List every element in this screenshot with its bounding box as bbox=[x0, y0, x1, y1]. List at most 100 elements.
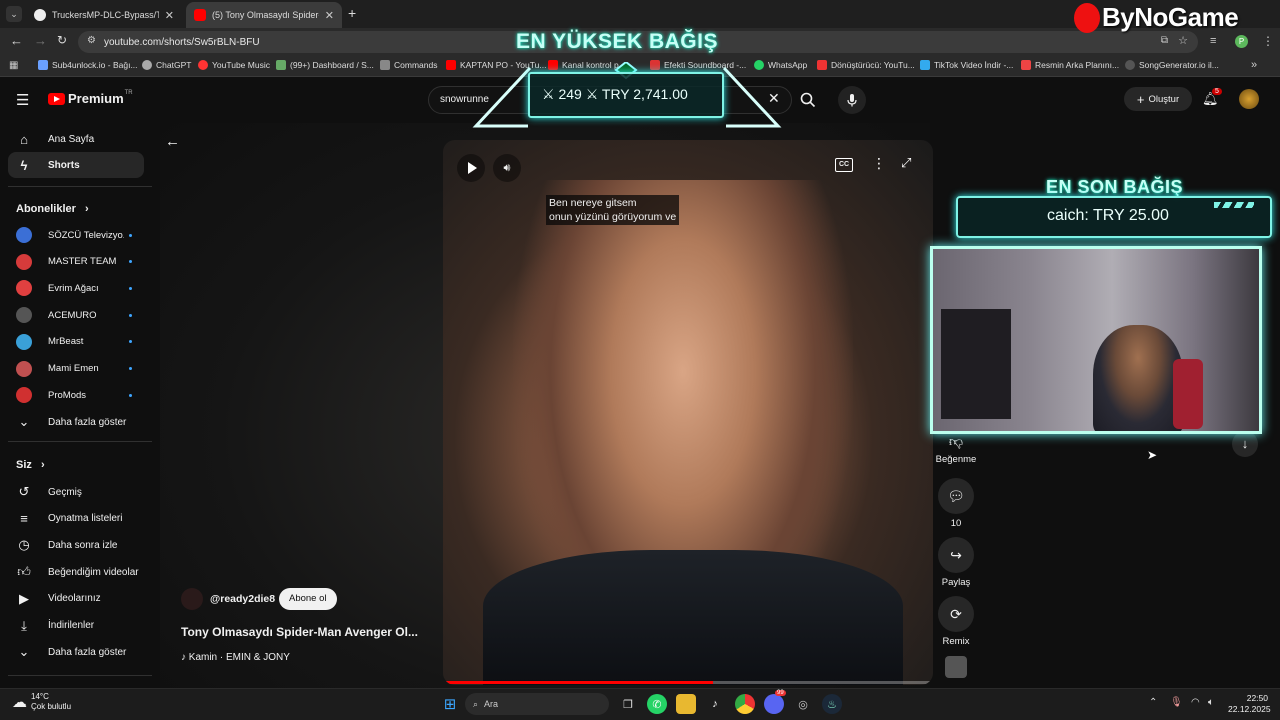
sidebar-item-you[interactable]: ⌄ Daha fazla göster bbox=[8, 639, 144, 665]
subscription-item[interactable]: ProMods bbox=[8, 382, 144, 408]
clock[interactable]: 22:50 22.12.2025 bbox=[1228, 693, 1271, 715]
browser-tab-youtube[interactable]: (5) Tony Olmasaydı Spider-M ✕ bbox=[186, 2, 342, 28]
discord-icon[interactable]: 99 bbox=[764, 690, 786, 714]
tiktok-icon[interactable]: ♪ bbox=[705, 694, 725, 714]
chrome-icon[interactable] bbox=[735, 694, 755, 714]
subscribe-button[interactable]: Abone ol bbox=[279, 588, 337, 610]
account-avatar[interactable] bbox=[1239, 89, 1259, 109]
hamburger-menu-icon[interactable]: ☰ bbox=[16, 91, 29, 109]
channel-name[interactable]: @ready2die8 bbox=[210, 593, 275, 605]
show-more-subscriptions[interactable]: ⌄ Daha fazla göster bbox=[8, 409, 144, 435]
task-view-icon[interactable]: ❐ bbox=[618, 694, 638, 714]
close-tab-icon[interactable]: ✕ bbox=[325, 9, 334, 22]
sidebar-item-you[interactable]: ▶ Videolarınız bbox=[8, 586, 144, 612]
sidebar: ⌂ Ana Sayfa ϟ Shorts Abonelikler › SÖZCÜ… bbox=[0, 123, 160, 688]
channel-avatar bbox=[16, 227, 32, 243]
bookmark-star-icon[interactable]: ☆ bbox=[1178, 34, 1188, 47]
subscription-item[interactable]: Evrim Ağacı bbox=[8, 275, 144, 301]
more-options-icon[interactable]: ⋮ bbox=[872, 155, 886, 172]
bookmark-item[interactable]: (99+) Dashboard / S... bbox=[276, 60, 374, 70]
captions-button[interactable]: CC bbox=[835, 158, 853, 172]
install-icon[interactable]: ⧉ bbox=[1161, 35, 1168, 46]
voice-search-button[interactable] bbox=[838, 86, 866, 114]
app-icon[interactable]: ◎ bbox=[793, 694, 813, 714]
site-info-icon[interactable]: ⚙ bbox=[87, 35, 96, 46]
wifi-icon[interactable]: ◠ bbox=[1191, 697, 1200, 708]
sound-thumbnail[interactable] bbox=[945, 656, 967, 678]
download-icon: ⤓ bbox=[21, 617, 27, 633]
back-arrow-icon[interactable]: ← bbox=[165, 133, 180, 150]
sidebar-item-you[interactable]: 👍︎ Beğendiğim videolar bbox=[8, 559, 144, 585]
close-tab-icon[interactable]: ✕ bbox=[165, 9, 174, 22]
next-short-button[interactable]: ↓ bbox=[1232, 431, 1258, 457]
bookmark-item[interactable]: YouTube Music bbox=[198, 60, 270, 70]
reload-icon[interactable]: ↻ bbox=[57, 33, 67, 47]
webcam-feed bbox=[930, 246, 1262, 434]
short-music[interactable]: ♪ Kamin · EMIN & JONY bbox=[181, 652, 290, 663]
bynogame-logo: ByNoGame bbox=[1074, 2, 1239, 33]
shorts-video-player[interactable]: 🔊︎ CC ⋮ ⤢ Ben nereye gitsem onun yüzünü … bbox=[443, 140, 933, 685]
sidebar-item-shorts[interactable]: ϟ Shorts bbox=[8, 152, 144, 178]
play-button[interactable] bbox=[457, 154, 485, 182]
create-button[interactable]: + Oluştur bbox=[1124, 87, 1192, 111]
comments-button[interactable]: 💬︎ 10 bbox=[936, 478, 976, 529]
share-button[interactable]: ↪ Paylaş bbox=[936, 537, 976, 588]
search-button[interactable] bbox=[792, 86, 824, 114]
sidebar-item-home[interactable]: ⌂ Ana Sayfa bbox=[8, 126, 144, 152]
bookmark-favicon bbox=[276, 60, 286, 70]
you-heading[interactable]: Siz › bbox=[16, 459, 45, 471]
channel-avatar[interactable] bbox=[181, 588, 203, 610]
sidebar-item-you[interactable]: ↺ Geçmiş bbox=[8, 479, 144, 505]
subscription-item[interactable]: MASTER TEAM bbox=[8, 249, 144, 275]
profile-avatar[interactable]: P bbox=[1235, 35, 1248, 48]
apps-grid-icon[interactable]: ▦ bbox=[9, 60, 18, 71]
subscription-item[interactable]: Mami Emen bbox=[8, 356, 144, 382]
sidebar-item-you[interactable]: ⤓ İndirilenler bbox=[8, 613, 144, 639]
video-progress-bar[interactable] bbox=[443, 681, 933, 684]
bookmark-item[interactable]: TikTok Video İndir -... bbox=[920, 60, 1013, 70]
bynogame-emblem-icon bbox=[1074, 2, 1100, 33]
microphone-status-icon[interactable]: 🎙︎ bbox=[1170, 697, 1183, 708]
new-tab-button[interactable]: + bbox=[348, 5, 356, 21]
notifications-button[interactable]: 🔔︎ 5 bbox=[1202, 88, 1222, 110]
bookmark-item[interactable]: SongGenerator.io il... bbox=[1125, 60, 1219, 70]
chevron-down-icon: ⌄ bbox=[18, 644, 30, 660]
subscription-item[interactable]: ACEMURO bbox=[8, 302, 144, 328]
volume-tray-icon[interactable]: 🔈︎ bbox=[1208, 697, 1214, 708]
weather-widget[interactable]: ☁ 14°C Çok bulutlu bbox=[12, 692, 71, 712]
subscription-item[interactable]: MrBeast bbox=[8, 329, 144, 355]
sidebar-item-you[interactable]: ≡ Oynatma listeleri bbox=[8, 506, 144, 532]
back-icon[interactable]: ← bbox=[10, 33, 23, 48]
whatsapp-icon[interactable]: ✆ bbox=[647, 694, 667, 714]
bookmark-item[interactable]: ChatGPT bbox=[142, 60, 191, 70]
webcam-person bbox=[1093, 325, 1183, 431]
bookmark-item[interactable]: Sub4unlock.io - Bağı... bbox=[38, 60, 138, 70]
subscriptions-heading[interactable]: Abonelikler › bbox=[16, 203, 89, 215]
show-hidden-icons[interactable]: ⌃ bbox=[1149, 697, 1157, 708]
subscription-item[interactable]: SÖZCÜ Televizyo... bbox=[8, 222, 144, 248]
sidebar-item-you[interactable]: ◷ Daha sonra izle bbox=[8, 532, 144, 558]
decorative-stripes bbox=[1214, 202, 1254, 208]
tab-search-button[interactable]: ⌄ bbox=[6, 6, 22, 22]
file-explorer-icon[interactable] bbox=[676, 694, 696, 714]
bookmark-favicon bbox=[38, 60, 48, 70]
remix-button[interactable]: ⟳ Remix bbox=[936, 596, 976, 647]
windows-start-icon[interactable]: ⊞ bbox=[440, 694, 460, 714]
bookmark-item[interactable]: Resmin Arka Planını... bbox=[1021, 60, 1119, 70]
browser-tab-github[interactable]: TruckersMP-DLC-Bypass/Trucke ✕ bbox=[26, 2, 182, 28]
short-title[interactable]: Tony Olmasaydı Spider-Man Avenger Ol... bbox=[181, 625, 418, 639]
chevron-right-icon: › bbox=[40, 459, 45, 471]
taskbar-search-box[interactable]: ⌕ Ara bbox=[465, 693, 609, 715]
extensions-icon[interactable]: ≡ bbox=[1210, 35, 1216, 47]
dislike-button[interactable]: 👎︎ Beğenme bbox=[936, 430, 977, 466]
browser-menu-icon[interactable]: ⋮ bbox=[1262, 34, 1274, 48]
discord-badge: 99 bbox=[775, 690, 786, 696]
bookmark-item[interactable]: Commands bbox=[380, 60, 437, 70]
forward-icon[interactable]: → bbox=[34, 33, 47, 48]
more-bookmarks-button[interactable]: » bbox=[1251, 59, 1257, 71]
steam-icon[interactable]: ♨ bbox=[822, 694, 842, 714]
bookmark-item[interactable]: Dönüştürücü: YouTu... bbox=[817, 60, 915, 70]
fullscreen-icon[interactable]: ⤢ bbox=[901, 155, 911, 171]
volume-button[interactable]: 🔊︎ bbox=[493, 154, 521, 182]
youtube-logo[interactable]: Premium TR bbox=[48, 90, 133, 106]
